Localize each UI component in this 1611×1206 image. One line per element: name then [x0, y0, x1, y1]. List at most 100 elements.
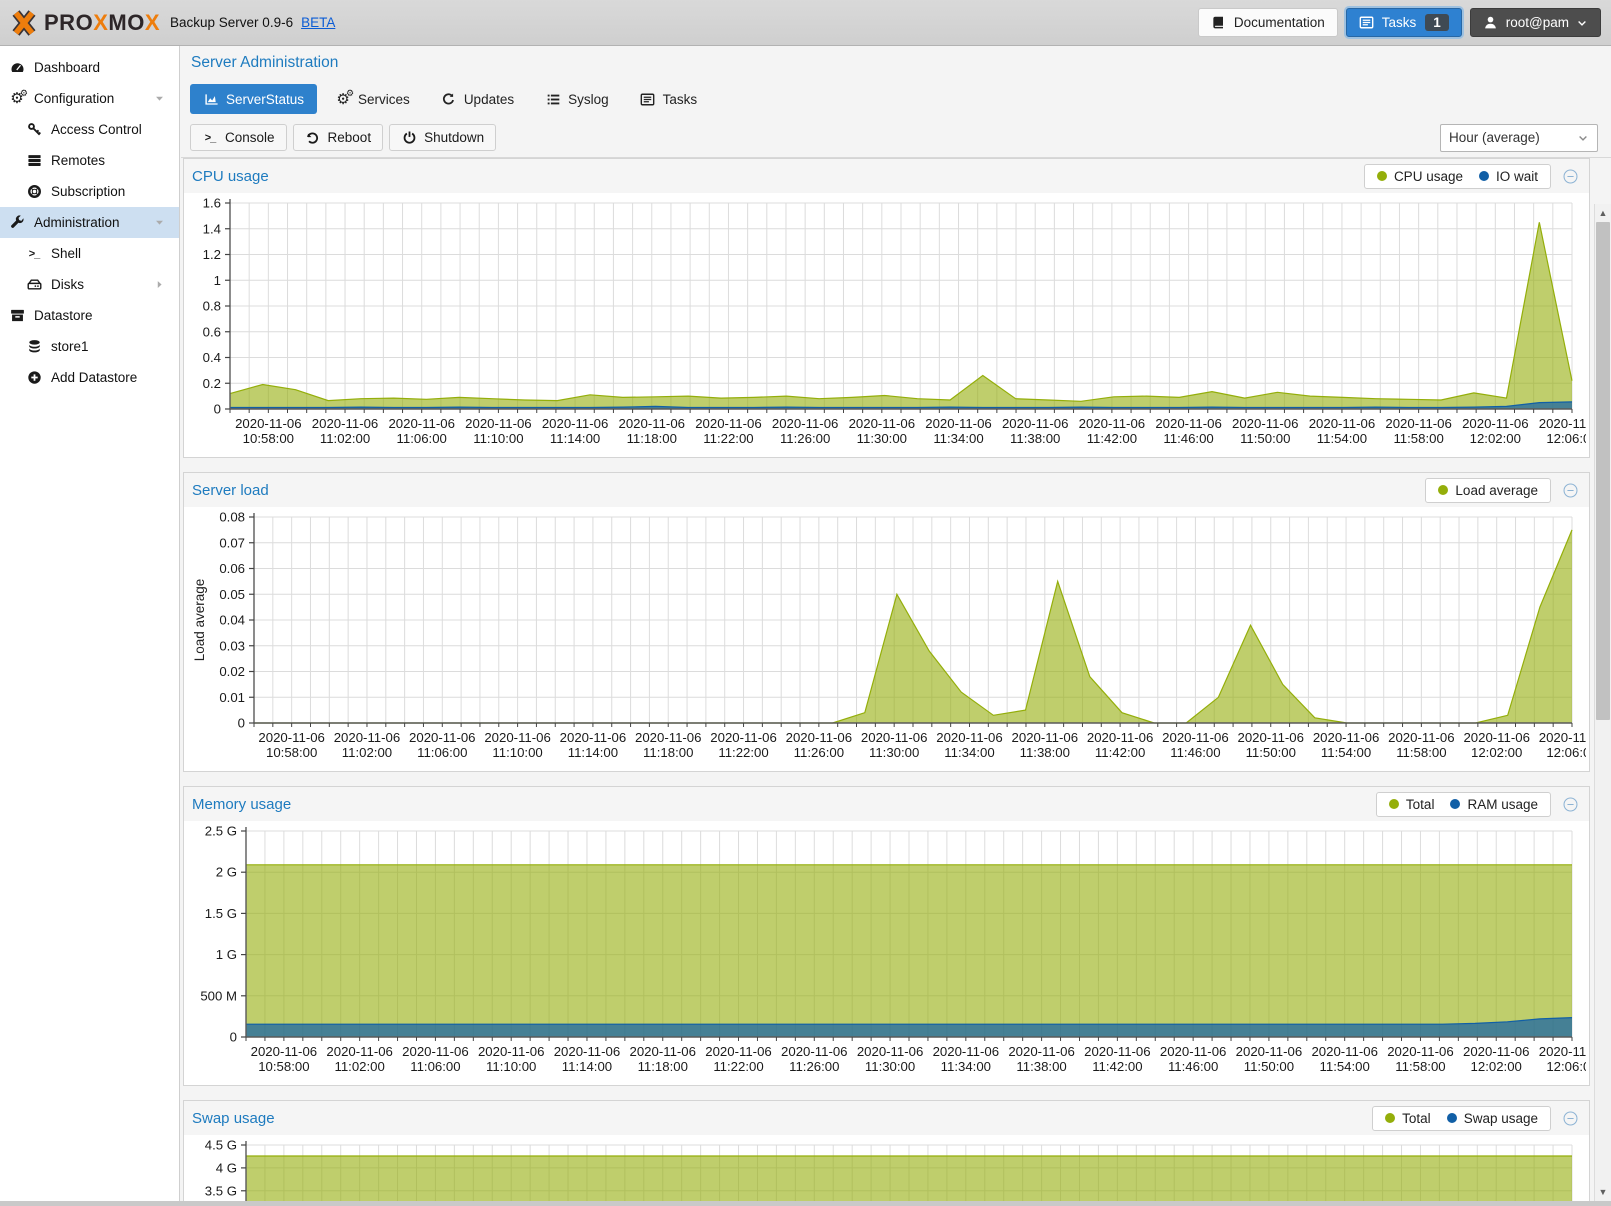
console-button[interactable]: >_Console: [190, 124, 287, 151]
sidebar-item-datastore[interactable]: Datastore: [0, 300, 179, 331]
collapse-panel-icon[interactable]: [1559, 165, 1581, 187]
terminal-icon: >_: [26, 246, 42, 262]
key-icon: [26, 122, 42, 138]
tasks-button[interactable]: Tasks 1: [1346, 8, 1462, 37]
svg-text:11:06:00: 11:06:00: [410, 1059, 460, 1074]
shutdown-button[interactable]: Shutdown: [389, 124, 496, 151]
terminal-icon: >_: [202, 130, 218, 146]
svg-text:0.4: 0.4: [203, 350, 221, 365]
legend-item[interactable]: Total: [1389, 797, 1435, 812]
chevron-down-icon[interactable]: [151, 215, 167, 231]
svg-text:12:02:00: 12:02:00: [1470, 431, 1521, 446]
brand-wordmark: PROXMOX: [44, 10, 160, 36]
legend-item[interactable]: Total: [1385, 1111, 1431, 1126]
timeframe-select[interactable]: Hour (average): [1440, 124, 1598, 152]
sidebar-item-administration[interactable]: Administration: [0, 207, 179, 238]
beta-link[interactable]: BETA: [301, 15, 335, 30]
sidebar-nav: Dashboard ⚙⚙ConfigurationAccess ControlRe…: [0, 46, 180, 1206]
toolbar: >_ConsoleRebootShutdown Hour (average): [181, 118, 1611, 158]
sidebar-item-label: Configuration: [34, 91, 114, 106]
svg-text:2020-11-06: 2020-11-06: [1463, 730, 1529, 745]
documentation-button[interactable]: Documentation: [1198, 8, 1338, 37]
svg-text:2020-11-06: 2020-11-06: [1385, 416, 1451, 431]
svg-text:0.05: 0.05: [219, 587, 245, 602]
svg-text:0.2: 0.2: [203, 376, 221, 391]
scrollbar-thumb[interactable]: [1596, 222, 1610, 720]
plusCircle-icon: [26, 370, 42, 386]
svg-text:2020-11-06: 2020-11-06: [1002, 416, 1068, 431]
svg-text:1.6: 1.6: [203, 196, 221, 211]
svg-text:2020-11-06: 2020-11-06: [554, 1044, 620, 1059]
sidebar-item-store1[interactable]: store1: [0, 331, 179, 362]
svg-text:11:26:00: 11:26:00: [794, 745, 844, 760]
legend-item[interactable]: CPU usage: [1377, 169, 1463, 184]
svg-text:2020-11-06: 2020-11-06: [465, 416, 531, 431]
svg-text:12:02:00: 12:02:00: [1471, 1059, 1522, 1074]
svg-text:2020-11-06: 2020-11-06: [251, 1044, 317, 1059]
svg-text:Load average: Load average: [192, 579, 207, 662]
svg-text:0.02: 0.02: [219, 664, 245, 679]
legend-dot-icon: [1438, 485, 1448, 495]
svg-text:11:54:00: 11:54:00: [1317, 431, 1367, 446]
svg-text:11:34:00: 11:34:00: [933, 431, 983, 446]
svg-text:11:58:00: 11:58:00: [1393, 431, 1443, 446]
svg-text:2020-11-06: 2020-11-06: [1012, 730, 1078, 745]
scroll-down-arrow[interactable]: ▼: [1595, 1184, 1611, 1200]
svg-text:1: 1: [214, 273, 221, 288]
sidebar-item-configuration[interactable]: ⚙⚙Configuration: [0, 83, 179, 114]
wrench-icon: [9, 215, 25, 231]
svg-text:2020-11-06: 2020-11-06: [235, 416, 301, 431]
tab-tasks[interactable]: Tasks: [627, 84, 711, 114]
svg-text:0: 0: [214, 402, 221, 417]
svg-text:2020-11-06: 2020-11-06: [635, 730, 701, 745]
sidebar-item-add-datastore[interactable]: Add Datastore: [0, 362, 179, 393]
tab-updates[interactable]: Updates: [428, 84, 527, 114]
svg-text:2020-11-06: 2020-11-06: [542, 416, 608, 431]
legend-item[interactable]: RAM usage: [1450, 797, 1538, 812]
collapse-panel-icon[interactable]: [1559, 479, 1581, 501]
timeframe-value: Hour (average): [1449, 130, 1540, 145]
vertical-scrollbar[interactable]: ▲ ▼: [1594, 204, 1611, 1206]
product-version: Backup Server 0.9-6: [170, 15, 293, 30]
sidebar-item-remotes[interactable]: Remotes: [0, 145, 179, 176]
svg-text:2020-11-06: 2020-11-06: [388, 416, 454, 431]
svg-text:2020-11-06: 2020-11-06: [1309, 416, 1375, 431]
tachometer-icon: [9, 60, 25, 76]
svg-text:2020-11-06: 2020-11-06: [630, 1044, 696, 1059]
legend-item[interactable]: Swap usage: [1447, 1111, 1538, 1126]
legend-dot-icon: [1450, 799, 1460, 809]
chevron-right-icon[interactable]: [151, 277, 167, 293]
svg-text:11:10:00: 11:10:00: [486, 1059, 536, 1074]
collapse-panel-icon[interactable]: [1559, 1107, 1581, 1129]
svg-text:10:58:00: 10:58:00: [243, 431, 294, 446]
svg-text:2020-11-06: 2020-11-06: [326, 1044, 392, 1059]
sidebar-item-dashboard[interactable]: Dashboard: [0, 52, 179, 83]
scroll-up-arrow[interactable]: ▲: [1595, 205, 1611, 221]
tasks-icon: [1359, 15, 1375, 31]
svg-text:2.5 G: 2.5 G: [205, 824, 237, 839]
legend-item[interactable]: IO wait: [1479, 169, 1538, 184]
tab-serverstatus[interactable]: ServerStatus: [190, 84, 317, 114]
hdd-icon: [26, 277, 42, 293]
panel-title: Swap usage: [192, 1110, 1372, 1127]
svg-text:2020-11-06: 2020-11-06: [1238, 730, 1304, 745]
tab-services[interactable]: ⚙⚙Services: [322, 84, 423, 114]
svg-text:12:06:00: 12:06:00: [1546, 745, 1586, 760]
sidebar-item-access-control[interactable]: Access Control: [0, 114, 179, 145]
database-icon: [26, 339, 42, 355]
legend-item[interactable]: Load average: [1438, 483, 1538, 498]
collapse-panel-icon[interactable]: [1559, 793, 1581, 815]
svg-text:11:42:00: 11:42:00: [1092, 1059, 1142, 1074]
sidebar-item-subscription[interactable]: Subscription: [0, 176, 179, 207]
user-menu-button[interactable]: root@pam: [1470, 8, 1601, 37]
tab-syslog[interactable]: Syslog: [532, 84, 622, 114]
svg-text:2020-11-06: 2020-11-06: [402, 1044, 468, 1059]
svg-text:2020-11-06: 2020-11-06: [861, 730, 927, 745]
tasks-badge: 1: [1425, 14, 1449, 31]
sidebar-item-label: Dashboard: [34, 60, 100, 75]
chevron-down-icon[interactable]: [151, 91, 167, 107]
reboot-button[interactable]: Reboot: [293, 124, 384, 151]
sidebar-item-disks[interactable]: Disks: [0, 269, 179, 300]
legend-dot-icon: [1479, 171, 1489, 181]
sidebar-item-shell[interactable]: >_Shell: [0, 238, 179, 269]
